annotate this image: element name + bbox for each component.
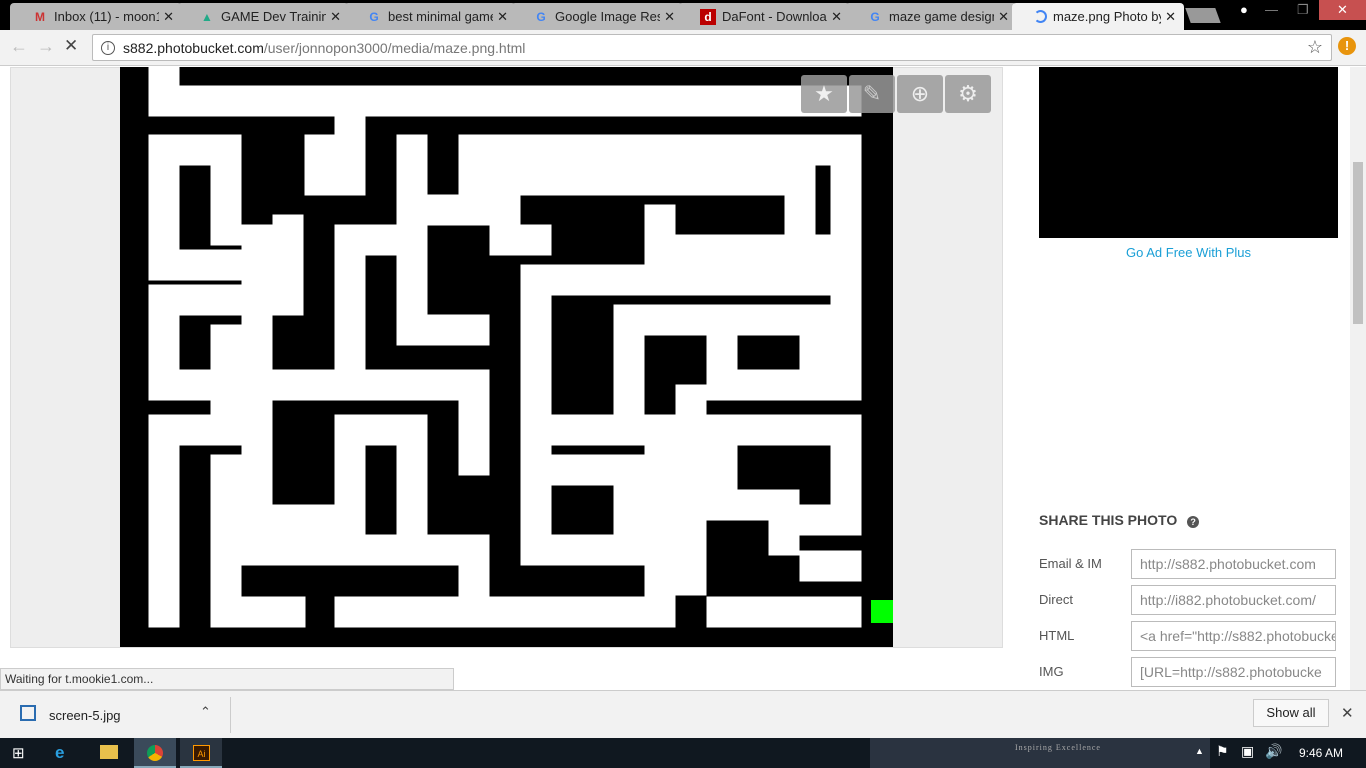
- download-bar: screen-5.jpg ⌃ Show all ✕: [0, 690, 1366, 738]
- close-tab-icon[interactable]: ✕: [163, 9, 174, 25]
- tab-active[interactable]: maze.png Photo by ✕: [1012, 3, 1184, 30]
- share-label-email: Email & IM: [1039, 556, 1102, 571]
- flag-icon[interactable]: ⚑: [1216, 743, 1229, 760]
- file-explorer-icon[interactable]: [100, 745, 118, 759]
- share-email-input[interactable]: http://s882.photobucket.com: [1131, 549, 1336, 579]
- new-tab-button[interactable]: [1185, 8, 1221, 23]
- zoom-icon: ⊕: [910, 81, 930, 106]
- illustrator-taskbar-button[interactable]: Ai: [180, 738, 222, 768]
- ie-icon[interactable]: e: [55, 743, 64, 763]
- tab-drive[interactable]: ▲ GAME Dev Training ✕: [177, 3, 349, 30]
- volume-icon[interactable]: 🔊: [1265, 743, 1282, 760]
- minimize-button[interactable]: —: [1265, 2, 1278, 17]
- tray-expand-icon[interactable]: ▲: [1195, 746, 1204, 756]
- close-tab-icon[interactable]: ✕: [1165, 9, 1176, 25]
- drive-icon: ▲: [201, 9, 213, 24]
- tab-google-2[interactable]: GGoogle Image Resul✕: [511, 3, 683, 30]
- address-bar[interactable]: i s882.photobucket.com/user/jonnopon3000…: [92, 34, 1332, 61]
- maximize-button[interactable]: ❐: [1297, 2, 1309, 18]
- share-title: SHARE THIS PHOTO ?: [1039, 512, 1200, 528]
- stop-button[interactable]: ✕: [64, 36, 78, 56]
- close-download-bar-icon[interactable]: ✕: [1341, 704, 1354, 722]
- close-tab-icon[interactable]: ✕: [330, 9, 341, 25]
- download-filename[interactable]: screen-5.jpg: [49, 708, 121, 723]
- loading-icon: [1034, 10, 1047, 23]
- share-label-html: HTML: [1039, 628, 1075, 643]
- back-button[interactable]: ←: [10, 36, 28, 57]
- taskbar: Inspiring Excellence ⊞ e Ai ▲ ⚑ ▣ 🔊 9:46…: [0, 738, 1366, 768]
- status-bubble: Waiting for t.mookie1.com...: [0, 668, 454, 690]
- share-html-input[interactable]: <a href="http://s882.photobucket: [1131, 621, 1336, 651]
- tab-gmail[interactable]: M Inbox (11) - moon13 ✕: [10, 3, 182, 30]
- zoom-button[interactable]: ⊕: [897, 75, 943, 113]
- settings-button[interactable]: ⚙: [945, 75, 991, 113]
- edit-button[interactable]: ✎: [849, 75, 895, 113]
- google-icon: G: [870, 9, 880, 24]
- edit-icon: ✎: [862, 81, 882, 106]
- close-tab-icon[interactable]: ✕: [497, 9, 508, 25]
- forward-button[interactable]: →: [37, 36, 55, 57]
- dafont-icon: d: [700, 8, 716, 25]
- star-icon: ★: [814, 81, 834, 106]
- windows-start-icon[interactable]: ⊞: [12, 744, 25, 762]
- chevron-up-icon[interactable]: ⌃: [200, 704, 211, 720]
- share-direct-input[interactable]: http://i882.photobucket.com/: [1131, 585, 1336, 615]
- close-tab-icon[interactable]: ✕: [831, 9, 842, 25]
- tab-google-3[interactable]: Gmaze game design ✕: [845, 3, 1017, 30]
- user-icon[interactable]: ●: [1240, 2, 1248, 17]
- share-label-direct: Direct: [1039, 592, 1073, 607]
- info-icon[interactable]: i: [101, 40, 115, 55]
- ad-free-link[interactable]: Go Ad Free With Plus: [1039, 245, 1338, 260]
- close-tab-icon[interactable]: ✕: [998, 9, 1009, 25]
- close-window-button[interactable]: ✕: [1319, 0, 1366, 20]
- chrome-icon: [147, 745, 163, 761]
- google-icon: G: [369, 9, 379, 24]
- network-icon[interactable]: ▣: [1241, 743, 1254, 760]
- maze-image: [120, 67, 893, 647]
- gmail-icon: M: [35, 9, 45, 24]
- page-content: ★ ✎ ⊕ ⚙ Go Ad Free With Plus SHARE THIS …: [0, 67, 1350, 690]
- share-label-img: IMG: [1039, 664, 1064, 679]
- google-icon: G: [536, 9, 546, 24]
- scrollbar[interactable]: [1350, 67, 1366, 690]
- gear-icon: ⚙: [958, 81, 978, 106]
- favorite-button[interactable]: ★: [801, 75, 847, 113]
- clock[interactable]: 9:46 AM: [1299, 746, 1343, 760]
- divider: [230, 697, 231, 733]
- tab-google-1[interactable]: Gbest minimal game ✕: [344, 3, 516, 30]
- show-all-button[interactable]: Show all: [1253, 699, 1329, 727]
- help-icon[interactable]: ?: [1187, 516, 1200, 528]
- bookmark-star-icon[interactable]: ☆: [1307, 37, 1323, 58]
- scrollbar-thumb[interactable]: [1353, 162, 1363, 324]
- tab-strip: M Inbox (11) - moon13 ✕ ▲ GAME Dev Training…: [0, 0, 1366, 30]
- illustrator-icon: Ai: [193, 745, 210, 761]
- share-img-input[interactable]: [URL=http://s882.photobucke: [1131, 657, 1336, 687]
- image-file-icon: [20, 705, 36, 721]
- wallpaper-strip: Inspiring Excellence: [870, 738, 1210, 768]
- tab-dafont[interactable]: d DaFont - Download ✕: [678, 3, 850, 30]
- ad-box[interactable]: [1039, 67, 1338, 238]
- maze-goal: [871, 600, 893, 623]
- chrome-taskbar-button[interactable]: [134, 738, 176, 768]
- warning-icon[interactable]: !: [1338, 37, 1356, 55]
- close-tab-icon[interactable]: ✕: [664, 9, 675, 25]
